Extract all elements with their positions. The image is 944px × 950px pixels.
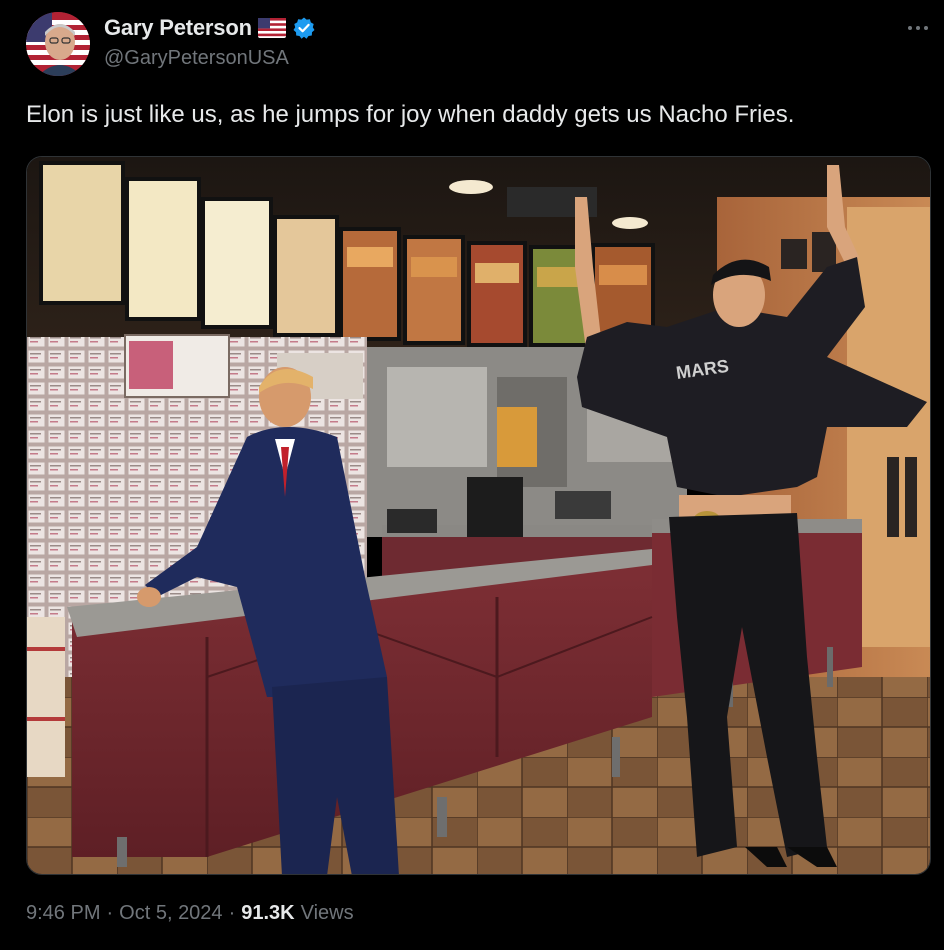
post-date[interactable]: Oct 5, 2024 [119, 902, 222, 925]
post-text: Elon is just like us, as he jumps for jo… [26, 101, 795, 128]
post-header: Gary Peterson @GaryPetersonUSA [0, 0, 944, 90]
avatar[interactable] [26, 12, 90, 76]
verified-badge-icon[interactable] [292, 16, 316, 40]
restaurant-scene: MARS [27, 157, 930, 874]
avatar-image [26, 12, 90, 76]
separator: · [106, 902, 114, 924]
author-name-row[interactable]: Gary Peterson [104, 14, 316, 42]
views-count: 91.3K [241, 902, 295, 924]
us-flag-icon [257, 18, 286, 38]
separator: · [228, 902, 236, 924]
more-horizontal-icon[interactable] [903, 16, 933, 40]
author-display-name[interactable]: Gary Peterson [104, 15, 252, 41]
post-time[interactable]: 9:46 PM [26, 902, 100, 925]
views-label: Views [300, 902, 354, 924]
post-media-image[interactable]: MARS [26, 156, 931, 875]
author-handle[interactable]: @GaryPetersonUSA [104, 47, 289, 70]
post-meta-row: 9:46 PM · Oct 5, 2024 · 91.3K Views [26, 902, 354, 925]
